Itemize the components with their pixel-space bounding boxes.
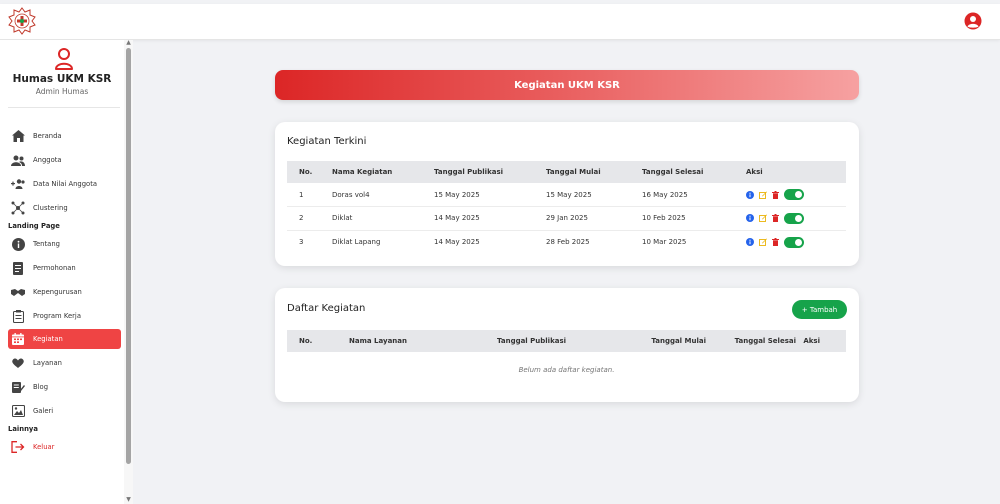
activity-list-title: Daftar Kegiatan	[287, 303, 366, 314]
col-header: Aksi	[746, 161, 846, 183]
section-lainnya: Lainnya	[8, 425, 38, 433]
sidebar-divider	[8, 107, 120, 108]
trash-icon[interactable]	[772, 190, 779, 199]
page-title: Kegiatan UKM KSR	[514, 79, 620, 91]
sidebar-item-permohonan[interactable]: Permohonan	[8, 258, 121, 278]
scroll-down-arrow[interactable]: ▼	[125, 497, 132, 503]
recent-activities-title: Kegiatan Terkini	[287, 136, 367, 147]
sidebar-item-anggota[interactable]: Anggota	[8, 150, 121, 170]
table-header-row: No. Nama Kegiatan Tanggal Publikasi Tang…	[287, 161, 846, 183]
cell-no: 1	[287, 183, 332, 207]
sidebar-item-layanan[interactable]: Layanan	[8, 353, 121, 373]
sidebar-item-blog[interactable]: Blog	[8, 377, 121, 397]
recent-activities-table: No. Nama Kegiatan Tanggal Publikasi Tang…	[287, 161, 846, 254]
table-header-row: No. Nama Layanan Tanggal Publikasi Tangg…	[287, 330, 846, 352]
logo[interactable]	[8, 7, 36, 35]
sidebar-item-keluar[interactable]: Keluar	[8, 437, 121, 457]
sidebar-item-kegiatan[interactable]: Kegiatan	[8, 329, 121, 349]
cell-published: 14 May 2025	[434, 206, 546, 231]
cell-no: 3	[299, 238, 304, 246]
info-icon	[11, 237, 25, 251]
edit-icon[interactable]	[759, 191, 767, 199]
scroll-up-arrow[interactable]: ▲	[125, 40, 132, 46]
edit-icon[interactable]	[759, 214, 767, 223]
cell-end: 10 Mar 2025	[642, 238, 687, 246]
document-icon	[11, 261, 25, 275]
table-row: 1 Doras vol4 15 May 2025 15 May 2025 16 …	[287, 183, 846, 207]
add-button[interactable]: + Tambah	[792, 300, 847, 319]
sidebar-item-data-nilai-anggota[interactable]: Data Nilai Anggota	[8, 174, 121, 194]
toggle-icon[interactable]	[784, 236, 804, 248]
sidebar-item-program-kerja[interactable]: Program Kerja	[8, 306, 121, 326]
cell-no: 2	[287, 206, 332, 231]
trash-icon[interactable]	[772, 214, 779, 223]
col-header: Aksi	[796, 330, 846, 352]
col-header: Nama Layanan	[349, 330, 469, 352]
info-icon[interactable]	[746, 190, 754, 199]
sidebar-item-kepengurusan[interactable]: Kepengurusan	[8, 282, 121, 302]
edit-icon[interactable]	[759, 238, 767, 246]
profile-name: Humas UKM KSR	[12, 73, 112, 85]
gallery-icon	[11, 404, 25, 418]
sidebar: Humas UKM KSR Admin Humas Beranda Anggot…	[0, 40, 124, 504]
scroll-thumb[interactable]	[126, 48, 131, 464]
heart-hand-icon	[11, 356, 25, 370]
user-circle-icon[interactable]	[964, 12, 982, 30]
network-icon	[11, 201, 25, 215]
table-row: 3 Diklat Lapang 14 May 2025 28 Feb 2025 …	[287, 230, 846, 254]
logout-icon	[11, 440, 25, 454]
cell-published: 15 May 2025	[434, 183, 546, 207]
handshake-icon	[11, 285, 25, 299]
col-header: Tanggal Selesai	[642, 161, 746, 183]
cell-name: Diklat Lapang	[332, 238, 381, 246]
col-header: Nama Kegiatan	[332, 161, 434, 183]
sidebar-item-beranda[interactable]: Beranda	[8, 126, 121, 146]
recent-activities-card: Kegiatan Terkini No. Nama Kegiatan Tangg…	[275, 122, 859, 266]
profile-role: Admin Humas	[35, 87, 89, 96]
sidebar-item-tentang[interactable]: Tentang	[8, 234, 121, 254]
empty-message: Belum ada daftar kegiatan.	[518, 366, 615, 374]
cell-start: 15 May 2025	[546, 183, 642, 207]
cell-name: Diklat	[332, 206, 434, 231]
sidebar-scrollbar[interactable]: ▲ ▼	[124, 40, 133, 504]
table-row: 2 Diklat 14 May 2025 29 Jan 2025 10 Feb …	[287, 206, 846, 231]
info-icon[interactable]	[746, 214, 754, 223]
clipboard-icon	[11, 309, 25, 323]
home-icon	[11, 129, 25, 143]
activity-list-table: No. Nama Layanan Tanggal Publikasi Tangg…	[287, 330, 846, 388]
section-landing-page: Landing Page	[8, 222, 60, 230]
page-banner: Kegiatan UKM KSR	[275, 70, 859, 100]
cell-name: Doras vol4	[332, 183, 434, 207]
top-navbar	[0, 4, 1000, 40]
users-icon	[11, 153, 25, 167]
col-header: Tanggal Selesai	[706, 330, 796, 352]
user-plus-icon	[11, 177, 25, 191]
cell-end: 16 May 2025	[642, 183, 746, 207]
sidebar-item-galeri[interactable]: Galeri	[8, 401, 121, 421]
col-header: Tanggal Publikasi	[469, 330, 594, 352]
cell-actions	[746, 230, 846, 254]
info-icon[interactable]	[746, 238, 754, 246]
cell-actions	[746, 183, 846, 207]
col-header: Tanggal Publikasi	[434, 161, 546, 183]
cell-actions	[746, 206, 846, 231]
empty-row: Belum ada daftar kegiatan.	[287, 352, 846, 388]
cell-start: 29 Jan 2025	[546, 206, 642, 231]
col-header: Tanggal Mulai	[594, 330, 706, 352]
col-header: No.	[287, 161, 332, 183]
col-header: Tanggal Mulai	[546, 161, 642, 183]
calendar-icon	[11, 332, 25, 346]
cell-end: 10 Feb 2025	[642, 206, 746, 231]
toggle-icon[interactable]	[784, 212, 804, 224]
user-icon	[55, 48, 73, 70]
sidebar-item-clustering[interactable]: Clustering	[8, 198, 121, 218]
activity-list-card: Daftar Kegiatan + Tambah No. Nama Layana…	[275, 288, 859, 402]
blog-icon	[11, 380, 25, 394]
trash-icon[interactable]	[772, 238, 779, 246]
cell-start: 28 Feb 2025	[546, 238, 590, 246]
toggle-icon[interactable]	[784, 189, 804, 200]
col-header: No.	[287, 330, 349, 352]
cell-published: 14 May 2025	[434, 238, 480, 246]
